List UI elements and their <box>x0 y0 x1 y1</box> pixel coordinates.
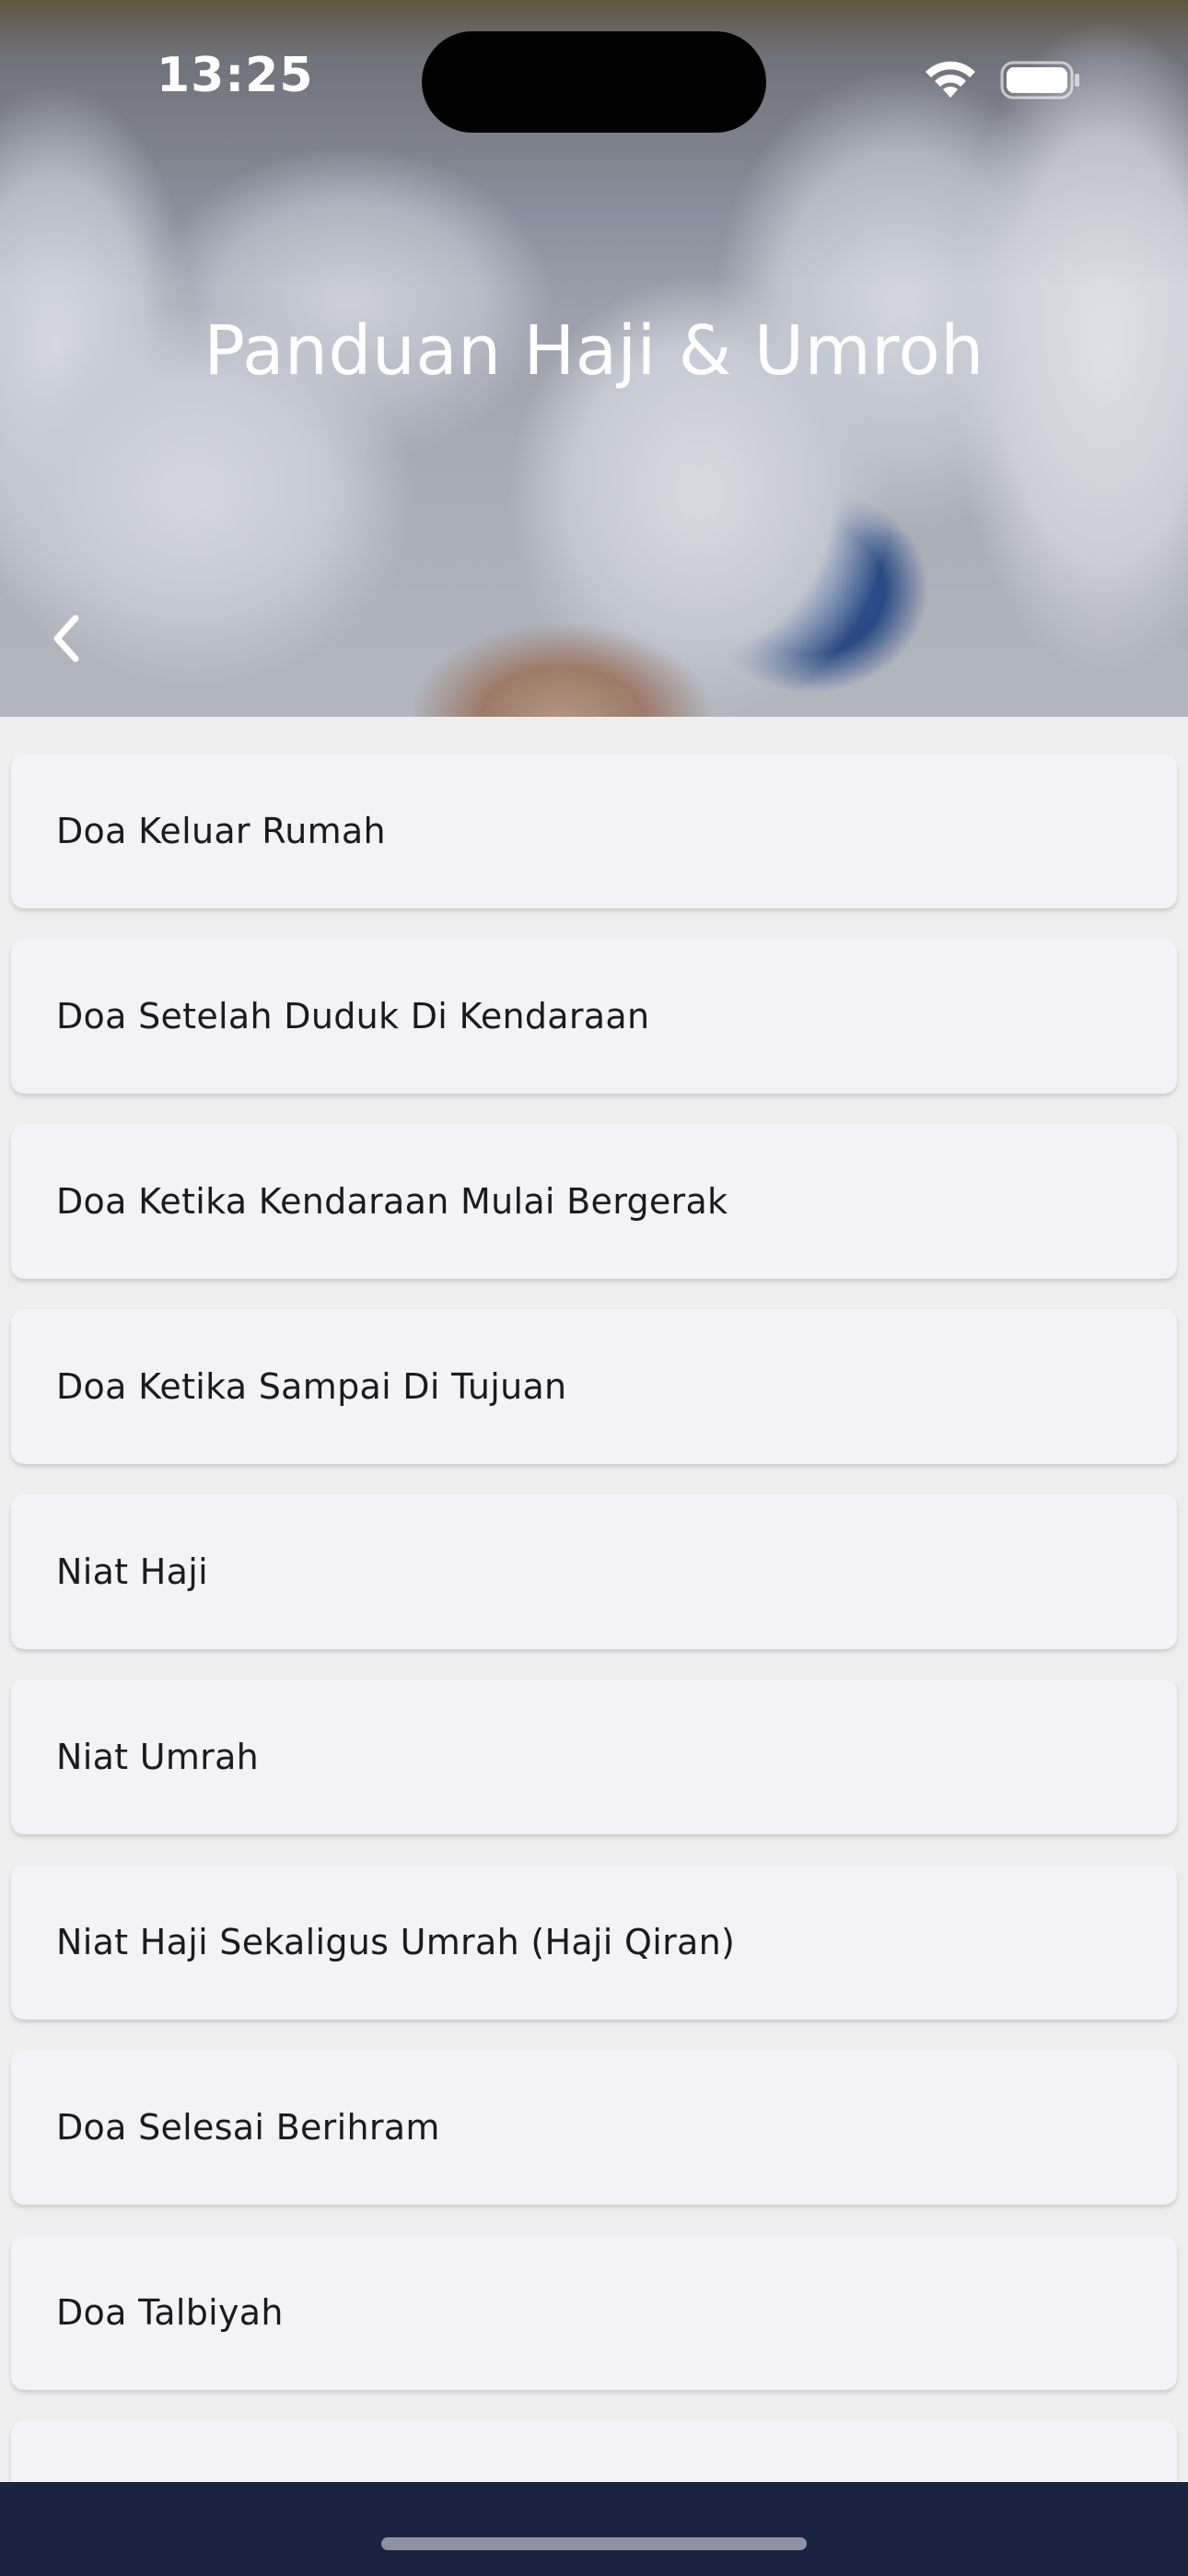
list-item-label: Doa Selesai Berihram <box>56 2107 440 2148</box>
battery-icon <box>1000 61 1079 100</box>
list-item[interactable]: Doa Ketika Kendaraan Mulai Bergerak <box>11 1124 1177 1279</box>
status-time: 13:25 <box>157 48 314 103</box>
back-button[interactable] <box>37 604 96 673</box>
bottom-bar <box>0 2482 1188 2576</box>
list-item-label: Doa Setelah Duduk Di Kendaraan <box>56 996 650 1036</box>
home-indicator[interactable] <box>381 2537 807 2550</box>
dynamic-island <box>422 31 766 133</box>
page-title: Panduan Haji & Umroh <box>204 311 984 391</box>
list-item-label: Doa Keluar Rumah <box>56 811 386 851</box>
list-item-label: Doa Ketika Sampai Di Tujuan <box>56 1366 567 1407</box>
list-item[interactable]: Doa Setelah Duduk Di Kendaraan <box>11 939 1177 1094</box>
list-item[interactable]: Doa Selesai Berihram <box>11 2050 1177 2205</box>
header-banner: 13:25 Panduan Haji & Umroh <box>0 0 1188 717</box>
list-item-label: Doa Ketika Kendaraan Mulai Bergerak <box>56 1181 728 1222</box>
list-item[interactable]: Niat Umrah <box>11 1680 1177 1834</box>
chevron-left-icon <box>53 615 79 662</box>
list-item[interactable]: Doa Keluar Rumah <box>11 754 1177 908</box>
list-item[interactable]: Niat Haji <box>11 1494 1177 1649</box>
list-item-label: Doa Talbiyah <box>56 2292 284 2333</box>
list-item-label: Niat Haji Sekaligus Umrah (Haji Qiran) <box>56 1922 736 1962</box>
list-item-label: Niat Umrah <box>56 1737 260 1777</box>
list-item-label: Niat Haji <box>56 1551 208 1592</box>
list-item[interactable]: Doa Ketika Sampai Di Tujuan <box>11 1309 1177 1464</box>
wifi-icon <box>926 61 975 98</box>
list-item[interactable]: Niat Haji Sekaligus Umrah (Haji Qiran) <box>11 1865 1177 2020</box>
list-item[interactable]: Doa Talbiyah <box>11 2235 1177 2390</box>
